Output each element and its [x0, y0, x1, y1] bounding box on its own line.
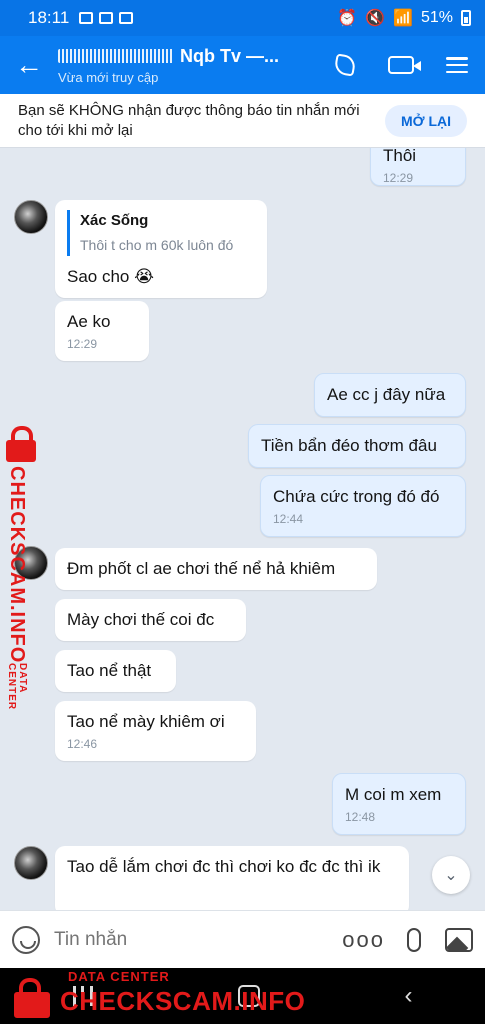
lock-icon: [14, 978, 50, 1018]
battery-level: 51%: [420, 9, 453, 26]
watermark-text: CHECKSCAM.INFO: [60, 986, 306, 1016]
reopen-button[interactable]: MỞ LẠI: [384, 104, 467, 137]
message-time: 12:46: [67, 737, 98, 751]
quoted-text: Thôi t cho m 60k luôn đó: [80, 237, 234, 253]
message-text: M coi m xem: [345, 785, 442, 804]
wifi-icon: 📶: [393, 10, 413, 27]
avatar[interactable]: [14, 200, 48, 234]
message-text: Ae cc j đây nữa: [327, 385, 446, 404]
message-bubble[interactable]: Tao dễ lắm chơi đc thì chơi ko đc đc thì…: [55, 846, 409, 910]
chat-header: ← Nqb Tv —... Vừa mới truy cập: [0, 36, 485, 94]
message-bubble[interactable]: Xác Sống Thôi t cho m 60k luôn đó Sao ch…: [55, 200, 267, 298]
more-options-icon[interactable]: ooo: [342, 927, 385, 953]
chevron-down-icon: ⌄: [444, 867, 458, 884]
message-text: Tao dễ lắm chơi đc thì chơi ko đc đc thì…: [67, 857, 381, 876]
call-button[interactable]: [317, 36, 373, 94]
message-bubble[interactable]: Đm phốt cl ae chơi thế nể hả khiêm: [55, 548, 377, 590]
image-icon[interactable]: [445, 927, 473, 952]
quoted-message[interactable]: Xác Sống Thôi t cho m 60k luôn đó: [67, 210, 255, 256]
message-time: 12:29: [67, 337, 98, 351]
gallery-notification-icon: [79, 12, 94, 24]
message-text: Chứa cức trong đó đó: [273, 487, 440, 506]
message-text: Ae ko: [67, 312, 111, 331]
message-bubble[interactable]: Ae ko 12:29: [55, 301, 149, 361]
message-bubble[interactable]: Tao nể mày khiêm ơi 12:46: [55, 701, 256, 761]
lock-icon: [6, 426, 36, 462]
message-input[interactable]: [54, 928, 343, 951]
status-time: 18:11: [28, 8, 70, 27]
watermark-text: CHECKSCAM.INFO: [6, 466, 28, 664]
watermark-subtext: DATA CENTER: [68, 969, 170, 984]
contact-info[interactable]: Nqb Tv —... Vừa mới truy cập: [58, 46, 317, 85]
message-bubble[interactable]: Tiền bẩn đéo thơm đâu: [248, 424, 466, 468]
notice-text: Bạn sẽ KHÔNG nhận được thông báo tin nhắ…: [18, 101, 360, 139]
message-text: Thôi: [383, 148, 417, 165]
message-bubble[interactable]: Chứa cức trong đó đó 12:44: [260, 475, 466, 537]
alarm-icon: ⏰: [337, 10, 358, 27]
message-time: 12:29: [383, 171, 414, 185]
nav-back-icon[interactable]: ‹: [405, 982, 413, 1010]
phone-icon: [333, 53, 357, 77]
message-text: Tao nể thật: [67, 661, 152, 680]
message-list[interactable]: Thôi 12:29 Xác Sống Thôi t cho m 60k luô…: [0, 148, 485, 910]
message-text: Tao nể mày khiêm ơi: [67, 712, 225, 731]
watermark-subtext: DATA CENTER: [6, 663, 28, 711]
mute-icon: 🔇: [365, 10, 386, 27]
watermark-vertical: CHECKSCAM.INFO DATA CENTER: [2, 426, 56, 710]
mute-notice: Bạn sẽ KHÔNG nhận được thông báo tin nhắ…: [0, 94, 485, 148]
microphone-icon[interactable]: [407, 927, 421, 952]
contact-name: Nqb Tv —...: [180, 45, 279, 66]
menu-icon: [446, 57, 468, 73]
app-notification-icon: [119, 12, 134, 24]
contact-status: Vừa mới truy cập: [58, 69, 159, 85]
quoted-sender: Xác Sống: [80, 212, 149, 229]
message-text: Mày chơi thế coi đc: [67, 610, 215, 629]
message-time: 12:48: [345, 810, 376, 824]
message-composer: ooo: [0, 910, 485, 968]
message-text: Sao cho 😭: [67, 267, 154, 286]
message-time: 12:44: [273, 512, 304, 526]
message-bubble[interactable]: Ae cc j đây nữa: [314, 373, 466, 417]
video-notification-icon: [99, 12, 114, 24]
message-bubble[interactable]: Mày chơi thế coi đc: [55, 599, 246, 641]
name-decoration: [58, 49, 174, 63]
message-text: Đm phốt cl ae chơi thế nể hả khiêm: [67, 559, 336, 578]
menu-button[interactable]: [429, 36, 485, 94]
video-camera-icon: [388, 56, 414, 74]
video-call-button[interactable]: [373, 36, 429, 94]
message-text: Tiền bẩn đéo thơm đâu: [261, 436, 437, 455]
status-bar: 18:11 ⏰ 🔇 📶 51%: [0, 0, 485, 36]
battery-icon: [461, 10, 471, 26]
message-bubble[interactable]: Thôi 12:29: [370, 148, 466, 186]
message-bubble[interactable]: Tao nể thật: [55, 650, 176, 692]
scroll-down-button[interactable]: ⌄: [432, 856, 470, 894]
avatar[interactable]: [14, 846, 48, 880]
back-arrow-icon[interactable]: ←: [0, 36, 58, 94]
message-bubble[interactable]: M coi m xem 12:48: [332, 773, 466, 835]
emoji-icon[interactable]: [12, 925, 40, 954]
watermark-bottom: DATA CENTER CHECKSCAM.INFO: [8, 966, 305, 1024]
